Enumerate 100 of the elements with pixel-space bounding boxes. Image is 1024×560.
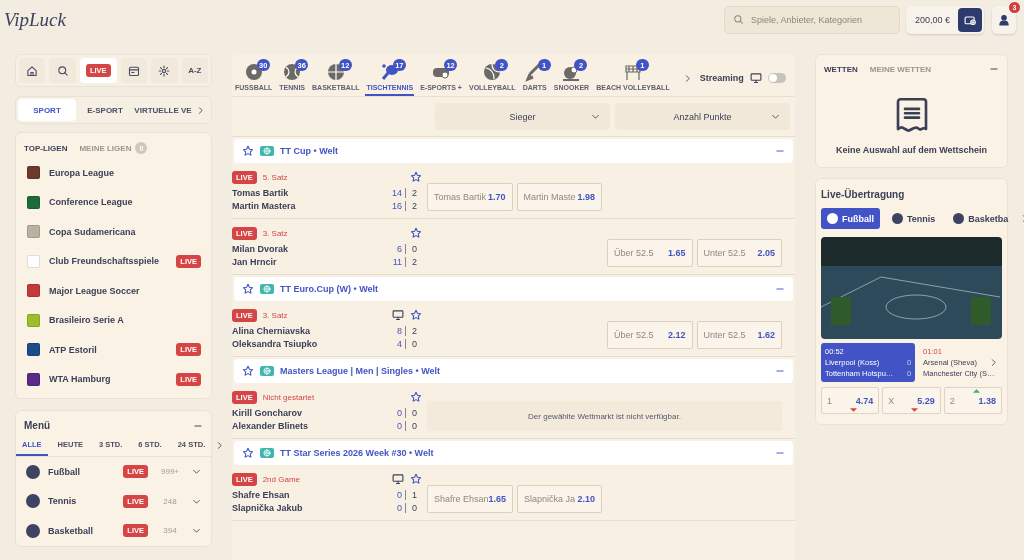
deposit-button[interactable]	[958, 8, 982, 32]
league-link[interactable]: Europa League	[49, 167, 201, 178]
nav-button[interactable]	[120, 58, 148, 83]
ball-icon	[26, 464, 40, 479]
league-logo-icon	[27, 166, 40, 180]
odds-button[interactable]: 1 4.74	[821, 387, 880, 414]
star-icon[interactable]	[242, 145, 254, 157]
star-icon[interactable]	[410, 309, 422, 321]
sets-score: 2	[411, 257, 418, 267]
ball-icon	[26, 494, 40, 509]
chevron-down-icon	[192, 467, 201, 477]
odds-button[interactable]: Martin Maste 1.98	[516, 183, 602, 211]
event-count: 999+	[160, 467, 180, 477]
sets-score: 1	[411, 490, 418, 500]
match-status: 2nd Game	[262, 474, 302, 484]
odds-button[interactable]: Über 52.5 2.12	[607, 321, 693, 349]
sets-score: 0	[411, 339, 418, 349]
points-score: 8	[392, 326, 406, 336]
league-link[interactable]: Club Freundschaftsspiele	[49, 256, 168, 267]
logo[interactable]: VipLuck	[4, 9, 66, 31]
odds-button[interactable]: Tomas Bartik 1.70	[427, 183, 513, 211]
player-name: Milan Dvorak	[232, 244, 290, 254]
player-name: Tomas Bartik	[232, 188, 290, 198]
search-field[interactable]: Spiele, Anbieter, Kategorien	[723, 6, 900, 34]
star-icon[interactable]	[242, 447, 254, 459]
nav-button[interactable]	[19, 58, 46, 83]
league-logo-icon	[27, 372, 40, 386]
league-link[interactable]: Conference League	[49, 197, 201, 208]
star-icon[interactable]	[410, 227, 422, 239]
sport-link[interactable]: Tennis	[48, 496, 116, 507]
live-stream-title: Live-Übertragung	[821, 189, 906, 200]
chevron-down-icon	[192, 526, 201, 536]
points-score: 11	[392, 257, 406, 267]
league-link[interactable]: Copa Sudamericana	[49, 226, 201, 237]
star-icon[interactable]	[410, 391, 422, 403]
league-tab[interactable]: TOP-LIGEN	[24, 143, 68, 153]
match-status: 3. Satz	[262, 228, 289, 238]
stream-sport-tab[interactable]: Tennis	[886, 208, 942, 229]
bet-tab[interactable]: WETTEN	[824, 64, 858, 74]
league-link[interactable]: WTA Hamburg	[49, 374, 168, 385]
sets-score: 2	[411, 326, 418, 336]
streaming-toggle[interactable]	[767, 73, 786, 83]
home-icon	[26, 64, 39, 77]
player-name: Slapnička Jakub	[232, 503, 304, 513]
odds-button[interactable]: Unter 52.5 2.05	[696, 239, 782, 267]
search-icon	[56, 64, 69, 77]
points-score: 0	[392, 490, 406, 500]
settings-icon	[158, 64, 171, 77]
star-icon[interactable]	[410, 171, 422, 183]
chevron-down-icon	[591, 112, 600, 121]
league-logo-icon	[27, 225, 40, 239]
sets-score: 0	[411, 244, 418, 254]
sets-score: 0	[411, 408, 418, 418]
league-link[interactable]: ATP Estoril	[49, 344, 168, 355]
net-icon	[622, 62, 643, 82]
player-name: Kirill Goncharov	[232, 408, 303, 418]
monitor-icon	[749, 72, 762, 84]
points-score: 14	[392, 188, 406, 198]
user-icon	[998, 14, 1010, 26]
market-dropdown[interactable]: Sieger	[435, 103, 610, 130]
points-score: 0	[392, 421, 406, 431]
league-logo-icon	[27, 254, 40, 268]
player-name: Jan Hrncir	[232, 257, 278, 267]
odds-button[interactable]: 2 1.38	[943, 387, 1002, 414]
player-name: Shafre Ehsan	[232, 490, 291, 500]
odds-button[interactable]: X 5.29	[882, 387, 941, 414]
star-icon[interactable]	[242, 283, 254, 295]
league-link[interactable]: Major League Soccer	[49, 285, 201, 296]
sport-link[interactable]: Fußball	[48, 466, 116, 477]
sets-score: 0	[411, 503, 418, 513]
odds-button[interactable]: Unter 52.5 1.62	[696, 321, 782, 349]
stream-sport-tab[interactable]: Fußball	[821, 208, 880, 229]
odds-button[interactable]: Shafre Ehsan1.65	[427, 485, 514, 513]
league-link[interactable]: Brasileiro Serie A	[49, 315, 201, 326]
menu-title: Menü	[24, 420, 51, 431]
section-tab[interactable]: SPORT	[18, 99, 76, 121]
market-dropdown[interactable]: Anzahl Punkte	[615, 103, 790, 130]
star-icon[interactable]	[410, 473, 422, 485]
points-score: 6	[392, 244, 406, 254]
balance: 200,00 €	[914, 15, 950, 25]
player-name: Alina Cherniavska	[232, 326, 312, 336]
unavailable-message: Der gewählte Wettmarkt ist nicht verfügbar.	[427, 401, 782, 431]
points-score: 4	[392, 339, 406, 349]
streaming-label: Streaming	[699, 73, 744, 83]
league-logo-icon	[27, 284, 40, 298]
star-icon[interactable]	[242, 365, 254, 377]
match-status: 3. Satz	[262, 310, 289, 320]
a-z-button[interactable]: A-Z	[181, 58, 208, 83]
nav-button[interactable]	[151, 58, 178, 83]
odds-button[interactable]: Über 52.5 1.65	[607, 239, 693, 267]
calendar-icon	[128, 64, 140, 77]
nav-button[interactable]	[49, 58, 76, 83]
odds-button[interactable]: Slapnička Ja 2.10	[517, 485, 602, 513]
event-count: 394	[162, 526, 178, 536]
sport-link[interactable]: Basketball	[48, 525, 116, 536]
player-name: Martin Mastera	[232, 201, 297, 211]
section-tab[interactable]: VIRTUELLE VE	[134, 99, 192, 121]
stream-sport-tab[interactable]: Basketba	[947, 208, 1015, 229]
player-name: Alexander Blinets	[232, 421, 310, 431]
section-tab[interactable]: E-SPORT	[76, 99, 134, 121]
